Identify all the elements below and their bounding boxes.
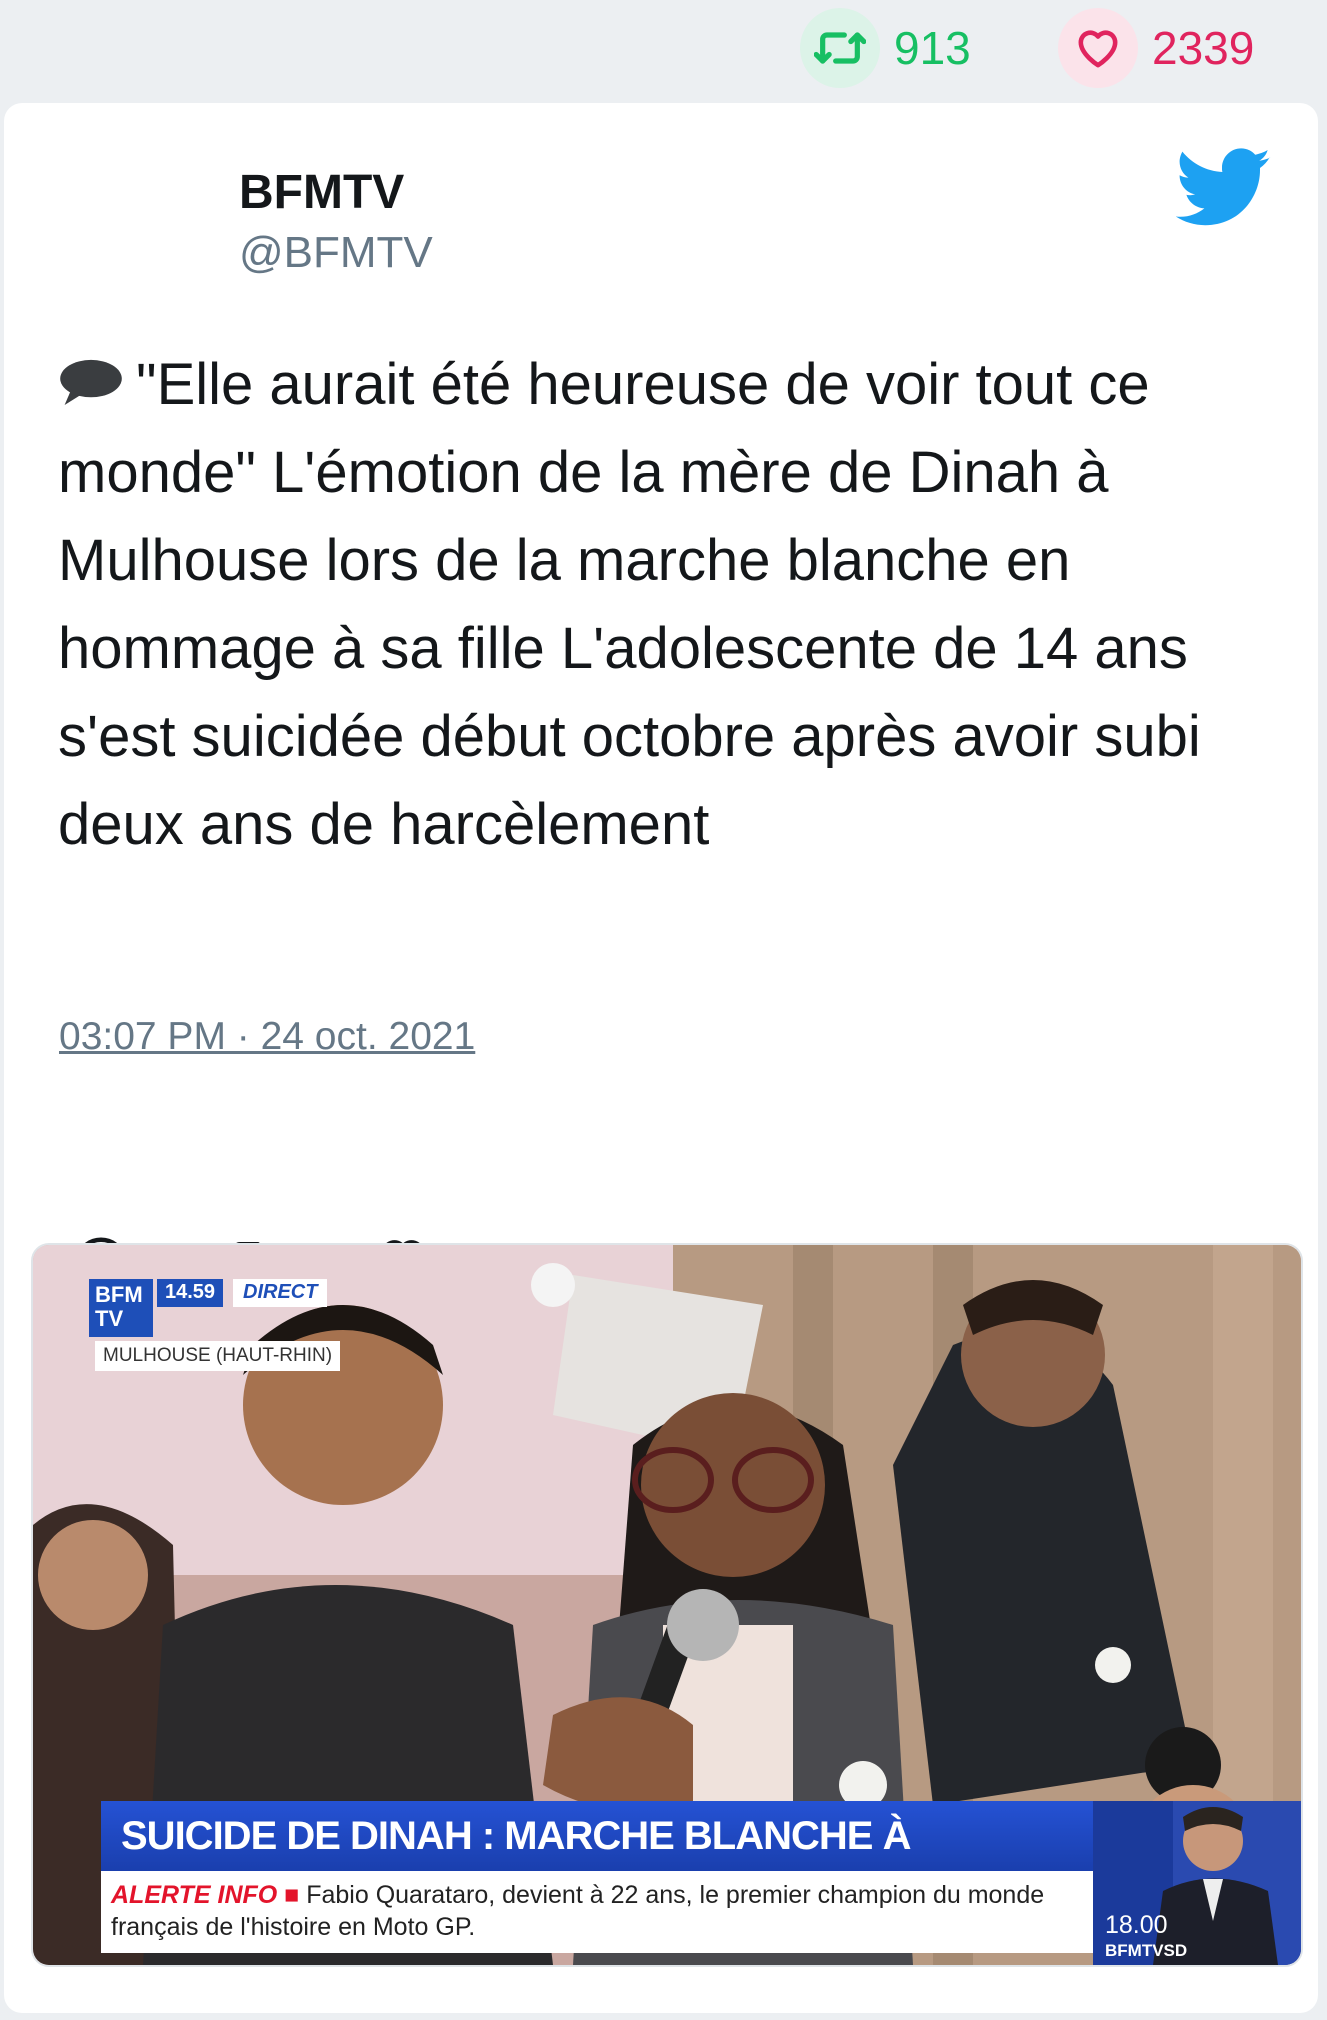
news-headline: SUICIDE DE DINAH : MARCHE BLANCHE À MULH…: [101, 1801, 1093, 1928]
live-time: 14.59: [157, 1279, 224, 1307]
tweet-card: BFMTV @BFMTV "Elle aurait été heureuse d…: [4, 103, 1318, 2013]
engagement-stats: 913 2339: [0, 0, 1327, 95]
location-label: MULHOUSE (HAUT-RHIN): [95, 1341, 341, 1371]
author-handle[interactable]: @BFMTV: [239, 228, 433, 278]
channel-logo: BFM TV: [89, 1279, 153, 1337]
retweet-count: 913: [894, 22, 971, 74]
news-ticker: ALERTE INFO ■ Fabio Quarataro, devient à…: [101, 1871, 1093, 1953]
live-label: DIRECT: [233, 1279, 328, 1307]
author-name[interactable]: BFMTV: [239, 165, 404, 220]
alert-label: ALERTE INFO: [111, 1881, 278, 1909]
retweet-stat[interactable]: 913: [800, 8, 971, 88]
speech-bubble-icon: [60, 359, 122, 405]
like-stat[interactable]: 2339: [1058, 8, 1254, 88]
anchor-box: 18.00 BFMTVSD: [1093, 1801, 1301, 1965]
tweet-timestamp[interactable]: 03:07 PM · 24 oct. 2021: [59, 1015, 475, 1059]
retweet-icon: [800, 8, 880, 88]
tweet-body: "Elle aurait été heureuse de voir tout c…: [58, 352, 1201, 857]
anchor-show: BFMTVSD: [1105, 1941, 1188, 1960]
tweet-text: "Elle aurait été heureuse de voir tout c…: [58, 341, 1278, 869]
heart-icon: [1058, 8, 1138, 88]
like-count: 2339: [1152, 22, 1255, 74]
avatar[interactable]: [54, 158, 204, 308]
anchor-time: 18.00: [1105, 1911, 1168, 1939]
twitter-bird-icon[interactable]: [1176, 148, 1272, 228]
tweet-media-video[interactable]: BFM TV 14.59 DIRECT MULHOUSE (HAUT-RHIN)…: [31, 1243, 1303, 1967]
